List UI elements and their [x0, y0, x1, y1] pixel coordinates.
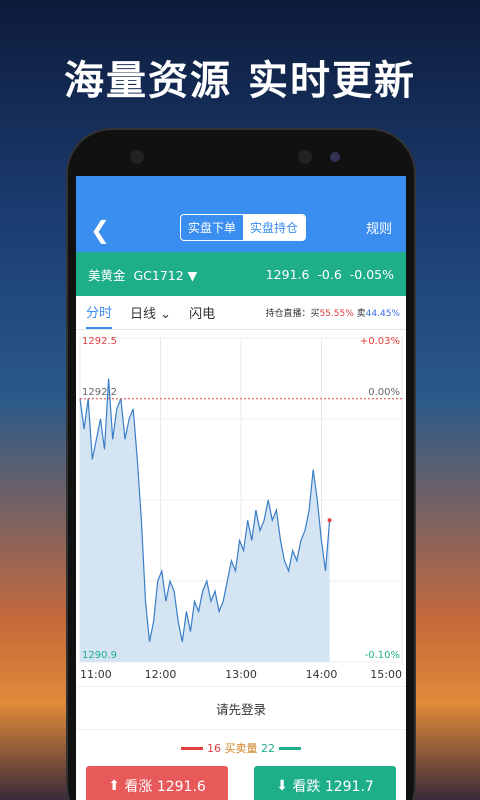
sell-volume: 22	[261, 741, 275, 755]
arrow-up-icon: ⬆	[108, 778, 125, 794]
instrument-name: 美黄金	[88, 267, 126, 283]
y-label-left: 1292.5	[82, 336, 117, 347]
quote-price: 1291.6	[265, 266, 310, 282]
sell-prefix: 卖	[356, 309, 366, 319]
buy-volume: 16	[207, 741, 221, 755]
price-chart[interactable]: 1292.5 1292.2 1290.9 +0.03% 0.00% -0.10% 11:00…	[76, 330, 406, 686]
app-screen: ❮ 实盘下单 实盘持仓 规则 美黄金 GC1712 ▼ 1291.6 -0.6 …	[76, 176, 406, 800]
x-label: 14:00	[306, 668, 338, 681]
buy-pct: 55.55%	[319, 309, 354, 319]
buy-down-label: 看跌 1291.7	[292, 779, 374, 795]
instrument-selector[interactable]: 美黄金 GC1712 ▼	[88, 265, 197, 284]
buy-down-button[interactable]: ⬇ 看跌 1291.7	[254, 766, 396, 800]
instrument-code: GC1712 ▼	[133, 267, 198, 283]
quote-values: 1291.6 -0.6 -0.05%	[266, 267, 394, 282]
tab-live-holdings[interactable]: 实盘持仓	[243, 215, 306, 240]
tab-daily-label: 日线	[130, 307, 157, 322]
holdings-live: 持仓直播：买55.55% 卖44.45%	[265, 306, 400, 319]
last-price-dot	[327, 518, 332, 523]
chart-tabs: 分时 日线 ⌄ 闪电 持仓直播：买55.55% 卖44.45%	[76, 296, 406, 330]
x-label: 11:00	[80, 668, 112, 681]
y-label-left: 1292.2	[82, 387, 117, 398]
buy-up-button[interactable]: ⬆ 看涨 1291.6	[86, 766, 228, 800]
camera-icon	[130, 150, 144, 164]
volume-label: 买卖量	[224, 742, 258, 755]
quote-change-pct: -0.05%	[349, 266, 394, 282]
y-label-right: 0.00%	[368, 387, 400, 398]
x-label: 12:00	[145, 668, 177, 681]
rules-link[interactable]: 规则	[366, 218, 392, 237]
price-area	[80, 378, 330, 662]
tab-daily[interactable]: 日线 ⌄	[130, 297, 171, 328]
quote-bar[interactable]: 美黄金 GC1712 ▼ 1291.6 -0.6 -0.05%	[76, 252, 406, 296]
y-label-right: +0.03%	[360, 336, 400, 347]
sell-volume-bar	[279, 746, 301, 750]
chevron-left-icon[interactable]: ❮	[90, 216, 110, 244]
segment-control: 实盘下单 实盘持仓	[180, 214, 307, 241]
sensor-icon	[298, 150, 312, 164]
quote-change: -0.6	[317, 266, 342, 282]
y-label-left: 1290.9	[82, 650, 117, 661]
x-label: 15:00	[370, 668, 402, 681]
top-bar: ❮ 实盘下单 实盘持仓 规则	[76, 176, 406, 252]
tab-live-order[interactable]: 实盘下单	[181, 215, 243, 240]
login-prompt[interactable]: 请先登录	[76, 686, 406, 730]
sensor-icon	[330, 152, 340, 162]
y-label-right: -0.10%	[365, 650, 400, 661]
hold-prefix: 持仓直播：买	[265, 309, 320, 319]
phone-top-bezel	[68, 144, 414, 180]
volume-indicator: 16 买卖量 22	[76, 730, 406, 766]
chart-svg: 1292.5 1292.2 1290.9 +0.03% 0.00% -0.10% 11:00…	[79, 336, 403, 681]
trade-buttons: ⬆ 看涨 1291.6 ⬇ 看跌 1291.7	[76, 766, 406, 800]
tab-lightning[interactable]: 闪电	[189, 297, 215, 328]
tab-intraday[interactable]: 分时	[86, 296, 113, 329]
arrow-down-icon: ⬇	[276, 778, 293, 794]
headline: 海量资源 实时更新	[64, 58, 416, 104]
sell-pct: 44.45%	[365, 309, 400, 319]
x-label: 13:00	[225, 668, 257, 681]
buy-volume-bar	[181, 746, 203, 750]
buy-up-label: 看涨 1291.6	[124, 779, 206, 795]
phone-frame: ❮ 实盘下单 实盘持仓 规则 美黄金 GC1712 ▼ 1291.6 -0.6 …	[68, 130, 414, 800]
chevron-down-icon: ⌄	[156, 307, 172, 322]
